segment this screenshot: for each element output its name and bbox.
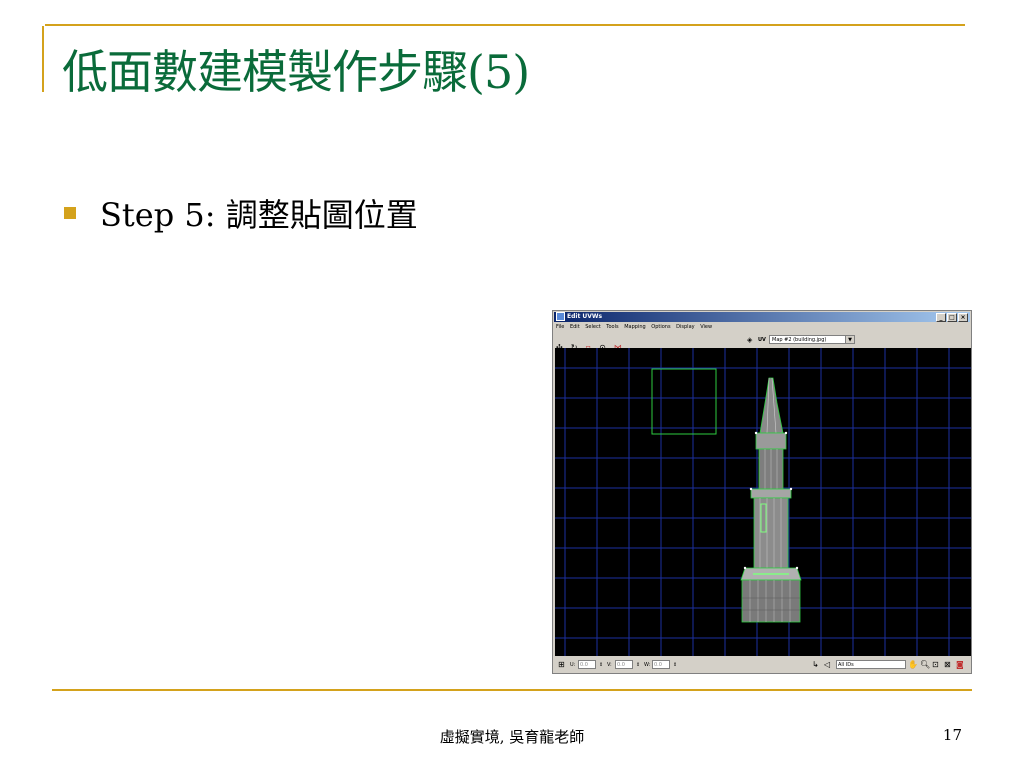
- app-icon: [556, 312, 565, 321]
- tower-uv-mesh: [740, 377, 802, 623]
- map-select-value: Map #2 (building.jpg): [772, 337, 827, 343]
- footer-text: 虛擬實境, 吳育龍老師: [439, 728, 585, 746]
- window-titlebar[interactable]: Edit UVWs _ □ ×: [554, 312, 970, 322]
- menu-view[interactable]: View: [700, 324, 712, 330]
- menu-file[interactable]: File: [556, 324, 564, 330]
- menu-options[interactable]: Options: [651, 324, 670, 330]
- status-bar: ⊞ U: 0.0 ⇕ V: 0.0 ⇕ W: 0.0 ⇕ ↳ ◁ All IDs…: [556, 659, 970, 671]
- absolute-offset-icon[interactable]: ⊞: [558, 660, 565, 670]
- w-field[interactable]: 0.0: [652, 660, 670, 669]
- slide-title: 低面數建模製作步驟(5): [62, 45, 530, 99]
- u-spinner-icon[interactable]: ⇕: [599, 662, 603, 668]
- texture-toggle-icon[interactable]: ◙: [956, 660, 964, 670]
- u-label: U:: [570, 662, 576, 668]
- u-field[interactable]: 0.0: [578, 660, 596, 669]
- left-rule: [42, 26, 44, 92]
- v-field[interactable]: 0.0: [615, 660, 633, 669]
- w-spinner-icon[interactable]: ⇕: [673, 662, 677, 668]
- uv-canvas: [555, 348, 971, 656]
- window-title: Edit UVWs: [567, 313, 603, 320]
- bullet-text: Step 5: 調整貼圖位置: [100, 196, 418, 234]
- zoom-extents-icon[interactable]: ⊠: [944, 660, 951, 670]
- w-label: W:: [644, 662, 651, 668]
- menu-display[interactable]: Display: [676, 324, 694, 330]
- uv-label: UV: [758, 337, 766, 343]
- uv-viewport[interactable]: [555, 348, 971, 656]
- bottom-rule: [52, 689, 972, 691]
- close-button[interactable]: ×: [958, 313, 968, 322]
- id-filter-select[interactable]: All IDs: [836, 660, 906, 669]
- hide-icon[interactable]: ◁: [824, 660, 830, 670]
- uv-box: [651, 368, 717, 435]
- map-select[interactable]: Map #2 (building.jpg) ▼: [769, 335, 855, 344]
- maximize-button[interactable]: □: [947, 313, 957, 322]
- show-map-icon[interactable]: ◈: [747, 336, 752, 344]
- zoom-region-icon[interactable]: ⊡: [932, 660, 939, 670]
- v-label: V:: [607, 662, 612, 668]
- menu-tools[interactable]: Tools: [606, 324, 618, 330]
- zoom-icon[interactable]: 🔍︎: [920, 660, 930, 670]
- menu-mapping[interactable]: Mapping: [624, 324, 645, 330]
- edit-uvw-window: Edit UVWs _ □ × File Edit Select Tools Map…: [552, 310, 972, 674]
- id-filter-value: All IDs: [838, 662, 854, 668]
- lock-selection-icon[interactable]: ↳: [812, 660, 819, 670]
- toolbar: ✣ ↻ ▫ ⊙ ⋈: [556, 335, 625, 352]
- chevron-down-icon[interactable]: ▼: [845, 336, 854, 343]
- bullet-marker: [64, 207, 76, 219]
- pan-icon[interactable]: ✋: [908, 660, 918, 670]
- menu-bar: File Edit Select Tools Mapping Options D…: [556, 324, 716, 330]
- v-spinner-icon[interactable]: ⇕: [636, 662, 640, 668]
- menu-edit[interactable]: Edit: [570, 324, 580, 330]
- page-number: 17: [942, 726, 962, 744]
- top-rule: [45, 24, 965, 26]
- menu-select[interactable]: Select: [585, 324, 600, 330]
- minimize-button[interactable]: _: [936, 313, 946, 322]
